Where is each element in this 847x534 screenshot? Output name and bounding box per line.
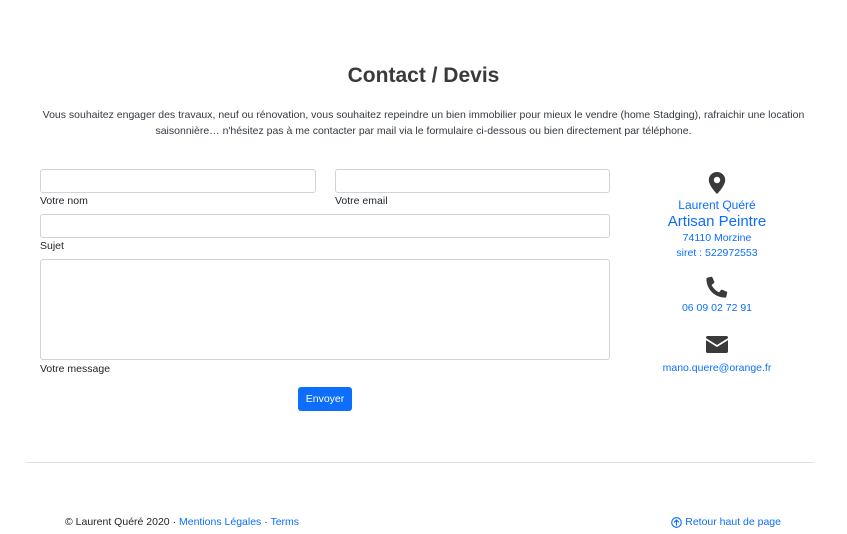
email-label: Votre email [335,195,388,207]
email-input[interactable] [335,169,610,193]
copyright-text: © Laurent Quéré 2020 [65,516,170,528]
message-label: Votre message [40,363,111,375]
back-to-top[interactable]: Retour haut de page [671,516,781,528]
phone-link[interactable]: 06 09 02 72 91 [637,301,797,316]
name-label: Votre nom [40,195,88,207]
contact-name: Laurent Quéré [678,198,756,212]
intro-text: Vous souhaitez engager des travaux, neuf… [30,107,817,139]
envelope-icon [706,336,728,353]
contact-city: 74110 Morzine [682,232,752,244]
contact-role: Artisan Peintre [667,213,767,230]
page-title: Contact / Devis [347,64,500,87]
subject-label: Sujet [40,240,64,252]
intro-line-1: Vous souhaitez engager des travaux, neuf… [42,109,805,121]
subject-input[interactable] [40,214,610,238]
footer-separator: · [169,516,179,528]
terms-link[interactable]: Terms [270,516,299,528]
footer-divider [26,462,814,463]
name-input[interactable] [40,169,316,193]
contact-siret: siret : 522972553 [676,247,758,259]
legal-link[interactable]: Mentions Légales [179,516,261,528]
arrow-up-circle-icon [671,516,683,528]
message-textarea[interactable] [40,259,610,360]
email-link[interactable]: mano.quere@orange.fr [637,361,797,376]
phone-icon [706,276,728,298]
contact-card: Laurent Quéré Artisan Peintre 74110 Morz… [637,172,797,376]
intro-line-2: saisonnière… n'hésitez pas à me contacte… [155,125,692,137]
back-to-top-link[interactable]: Retour haut de page [685,516,781,528]
footer-left: © Laurent Quéré 2020 · Mentions Légales … [65,516,299,528]
submit-button[interactable]: Envoyer [298,387,352,411]
map-marker-icon [708,172,726,194]
